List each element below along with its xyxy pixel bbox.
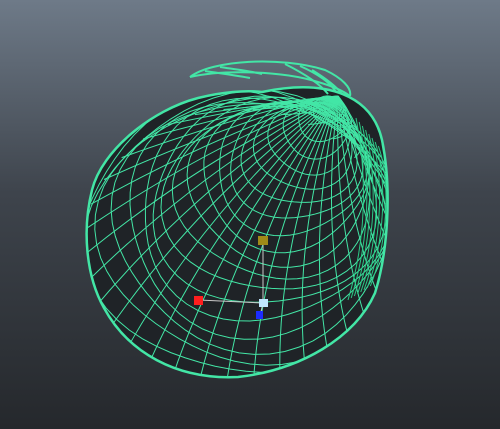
y-axis-handle[interactable]	[258, 236, 268, 245]
manipulator-pivot[interactable]	[259, 299, 268, 307]
3d-viewport[interactable]	[0, 0, 500, 429]
z-axis-handle[interactable]	[256, 311, 263, 319]
x-axis-handle[interactable]	[194, 296, 203, 305]
scene-canvas[interactable]	[0, 0, 500, 429]
